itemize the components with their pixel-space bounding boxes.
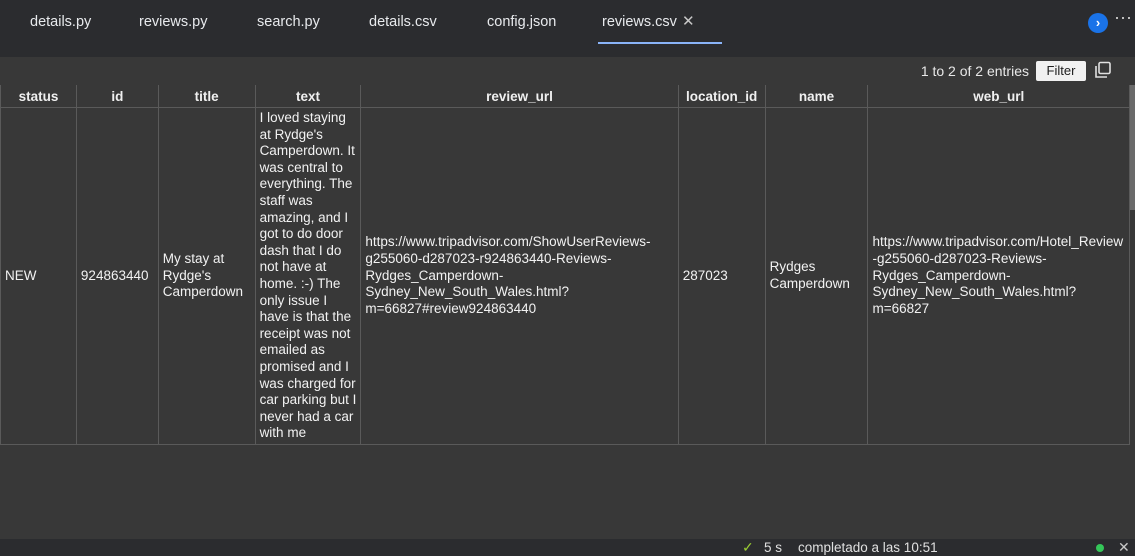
data-table: status id title text review_url location… — [0, 85, 1130, 445]
active-tab-indicator — [598, 42, 722, 44]
chevron-right-icon[interactable]: › — [1088, 13, 1108, 33]
cell-id: 924863440 — [75, 107, 159, 445]
entries-count: 1 to 2 of 2 entries — [920, 63, 1029, 79]
tab-config-json[interactable]: config.json — [487, 0, 556, 44]
close-tab-icon[interactable]: ✕ — [682, 13, 695, 30]
more-options-icon[interactable]: ⋯ — [1114, 8, 1132, 29]
header-review-url[interactable]: review_url — [360, 85, 679, 108]
tab-search-py[interactable]: search.py — [257, 0, 320, 44]
execution-time: 5 s — [764, 540, 783, 555]
tab-reviews-csv[interactable]: reviews.csv ✕ — [602, 0, 695, 44]
table-toolbar: 1 to 2 of 2 entries Filter — [0, 57, 1135, 85]
tab-reviews-csv-label: reviews.csv — [602, 14, 677, 30]
tab-details-csv[interactable]: details.csv — [369, 0, 437, 44]
data-table-container: status id title text review_url location… — [0, 85, 1130, 539]
cell-name: Rydges Camperdown — [764, 107, 869, 445]
cell-review-url: https://www.tripadvisor.com/ShowUserRevi… — [360, 107, 679, 445]
copy-icon[interactable] — [1094, 61, 1112, 79]
vertical-scrollbar[interactable] — [1130, 85, 1135, 210]
status-bar: ✓ 5 s completado a las 10:51 ✕ — [0, 539, 1135, 556]
connection-status-icon — [1096, 544, 1104, 552]
header-text[interactable]: text — [254, 85, 362, 108]
tab-reviews-py[interactable]: reviews.py — [139, 0, 208, 44]
tab-details-py[interactable]: details.py — [30, 0, 91, 44]
cell-text: I loved staying at Rydge's Camperdown. I… — [254, 107, 362, 445]
cell-web-url: https://www.tripadvisor.com/Hotel_Review… — [867, 107, 1130, 445]
header-id[interactable]: id — [75, 85, 159, 108]
cell-status: NEW — [0, 107, 77, 445]
check-icon: ✓ — [742, 539, 754, 555]
close-icon[interactable]: ✕ — [1118, 539, 1130, 556]
cell-location-id: 287023 — [677, 107, 766, 445]
header-title[interactable]: title — [157, 85, 256, 108]
header-location-id[interactable]: location_id — [677, 85, 766, 108]
header-web-url[interactable]: web_url — [867, 85, 1130, 108]
status-message: completado a las 10:51 — [798, 540, 938, 555]
table-row: NEW 924863440 My stay at Rydge's Camperd… — [0, 107, 1130, 445]
header-status[interactable]: status — [0, 85, 77, 108]
cell-title: My stay at Rydge's Camperdown — [157, 107, 256, 445]
editor-tab-bar: details.py reviews.py search.py details.… — [0, 0, 1135, 81]
table-header-row: status id title text review_url location… — [0, 85, 1130, 108]
filter-button[interactable]: Filter — [1036, 61, 1086, 81]
header-name[interactable]: name — [764, 85, 869, 108]
